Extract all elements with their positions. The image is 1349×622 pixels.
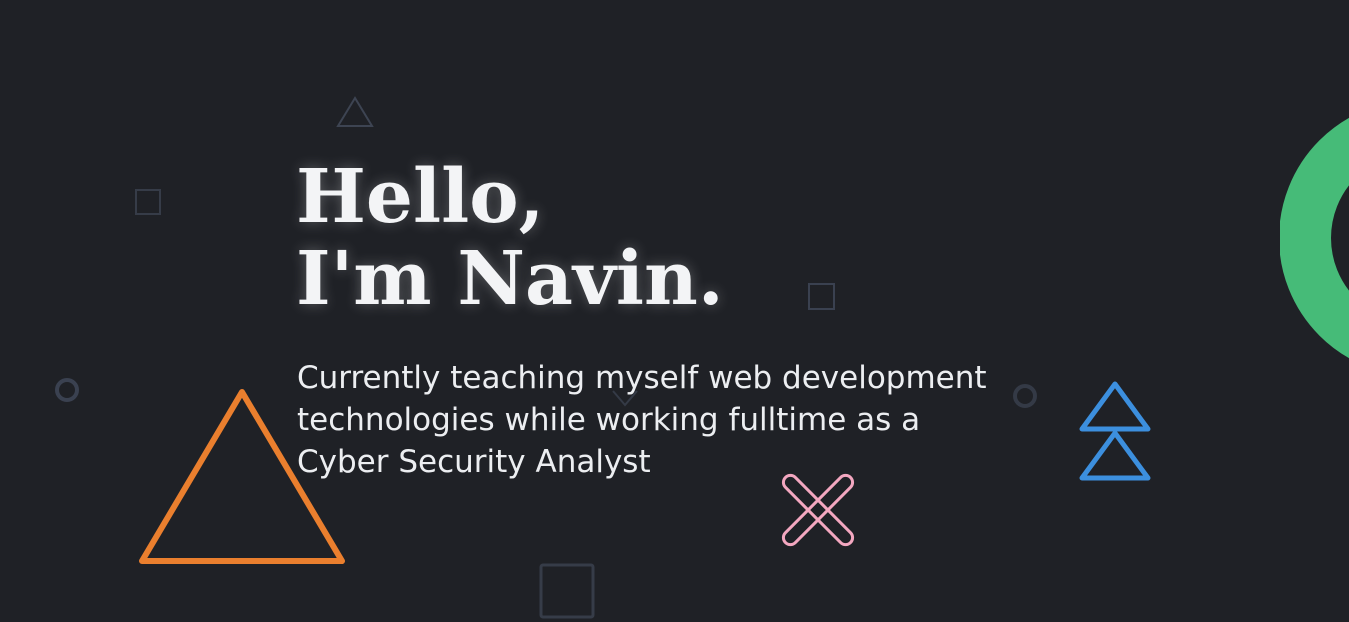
circle-outline-icon (55, 378, 79, 402)
ring-icon (1280, 118, 1349, 358)
name-line: I'm Navin. (296, 236, 724, 322)
intro-line-2: technologies while working fulltime as a (297, 402, 921, 438)
greeting-line: Hello, (296, 154, 545, 240)
square-outline-icon (135, 189, 161, 215)
intro-line-1: Currently teaching myself web developmen… (297, 360, 987, 396)
double-triangle-icon (1079, 381, 1151, 481)
intro-line-3: Cyber Security Analyst (297, 444, 651, 480)
page-title: Hello, I'm Navin. (296, 156, 724, 320)
square-outline-icon (539, 563, 595, 619)
intro-text: Currently teaching myself web developmen… (297, 357, 1077, 483)
square-outline-icon (808, 283, 835, 310)
small-triangle-outline-icon (336, 96, 374, 127)
hero-section: Hello, I'm Navin. Currently teaching mys… (0, 0, 1349, 622)
